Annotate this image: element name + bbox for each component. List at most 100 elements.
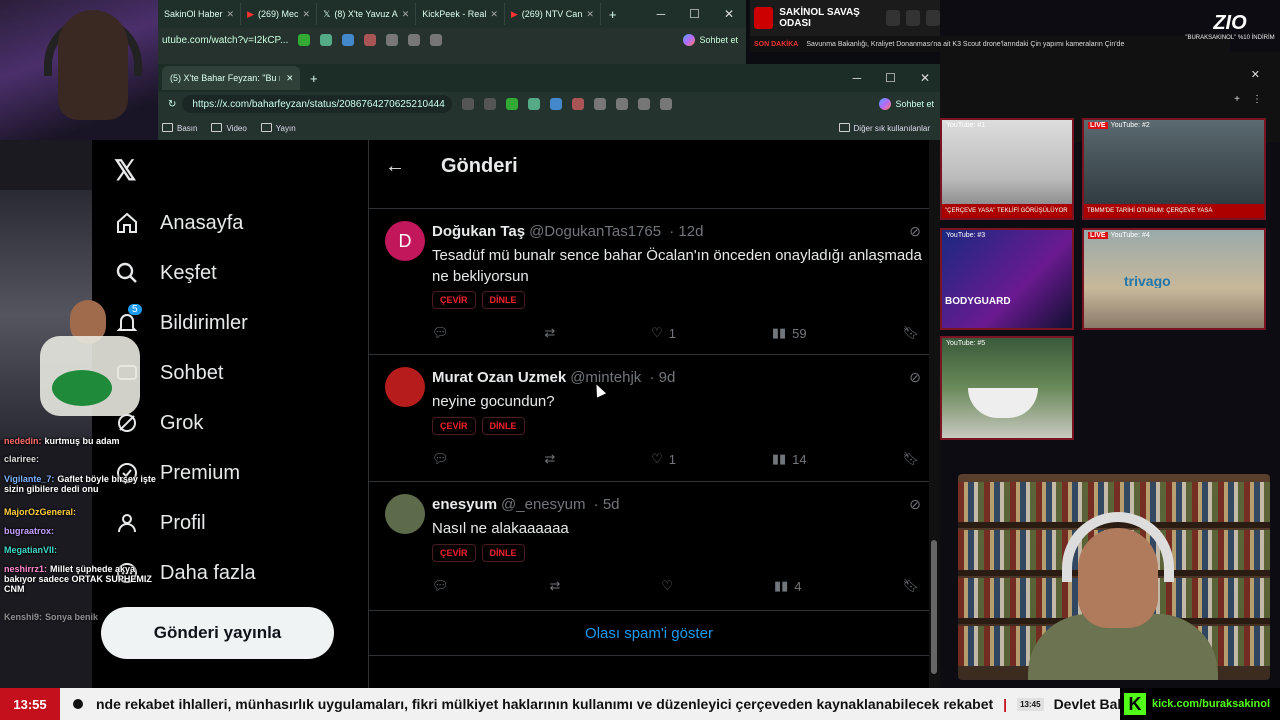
views-button[interactable]: ▮▮ 4 [774,578,802,594]
close-icon[interactable]: ✕ [724,7,734,21]
show-spam-link[interactable]: Olası spam'i göster [369,610,929,656]
back-tab-0[interactable]: SakinOl Haber ✕ [158,3,242,25]
nav-profile[interactable]: Profil [114,510,206,536]
front-tab-active[interactable]: (5) X'te Bahar Feyzan: "Bu nasıl bir ✕ [162,66,300,90]
new-tab-icon[interactable]: + [310,71,318,86]
reply-button[interactable]: 💬︎ [432,451,449,467]
listen-button[interactable]: DİNLE [481,544,525,562]
nav-home[interactable]: Anasayfa [114,210,243,236]
ext-icon[interactable] [572,98,585,110]
toolbar-icon[interactable] [885,10,900,26]
back-tab-4[interactable]: ▶ (269) NTV Can ✕ [505,3,601,25]
close-icon[interactable]: ✕ [303,9,311,20]
close-icon[interactable]: ✕ [402,9,410,20]
ext-icon[interactable] [342,34,355,46]
maximize-icon[interactable]: ☐ [689,7,700,21]
post-button[interactable]: Gönderi yayınla [101,607,334,659]
ext-icon[interactable] [594,98,607,110]
video-panel-2[interactable]: LIVE YouTube: #2 TBMM'DE TARİHİ OTURUM: Ç… [1082,118,1266,220]
chat-button[interactable]: Sohbet et [879,98,934,110]
back-tab-2[interactable]: 𝕏 (8) X'te Yavuz A ✕ [317,3,417,25]
tweet-age[interactable]: · 12d [669,223,703,240]
bookmark-button[interactable]: 🔖︎ [902,451,919,467]
like-button[interactable]: ♡ 1 [651,451,676,467]
bookmark-button[interactable]: 🔖︎ [902,578,919,594]
listen-button[interactable]: DİNLE [481,291,525,309]
avatar[interactable]: D [385,221,425,261]
ext-icon[interactable] [506,98,519,110]
bookmark-button[interactable]: 🔖︎ [902,325,919,341]
x-logo-icon[interactable]: 𝕏 [114,154,137,187]
translate-button[interactable]: ÇEVİR [432,417,476,435]
minimize-icon[interactable]: ─ [853,71,862,85]
grok-icon[interactable]: ⊘ [909,496,921,513]
reply-button[interactable]: 💬︎ [432,325,449,341]
close-icon[interactable]: ✕ [1251,68,1260,81]
nav-more[interactable]: Daha fazla [114,560,256,586]
toolbar-icon[interactable] [926,10,941,26]
repost-button[interactable]: ⇄ [549,578,560,594]
close-icon[interactable]: ✕ [586,9,594,20]
back-tab-1[interactable]: ▶ (269) Mec ✕ [241,3,318,25]
ext-icon[interactable] [462,98,475,110]
bookmark-video[interactable]: Video [211,123,246,133]
close-icon[interactable]: ✕ [920,71,930,85]
back-arrow-icon[interactable]: ← [385,155,405,178]
back-url[interactable]: utube.com/watch?v=I2kCP... [162,35,288,46]
nav-explore[interactable]: Keşfet [114,260,217,286]
video-panel-3[interactable]: YouTube: #3 BODYGUARD [940,228,1074,330]
reply-button[interactable]: 💬︎ [432,578,449,594]
reload-icon[interactable]: ↻ [168,99,176,110]
avatar[interactable] [385,494,425,534]
video-panel-4[interactable]: LIVE YouTube: #4 trivago [1082,228,1266,330]
ext-icon[interactable] [430,34,443,46]
bookmark-yayin[interactable]: Yayın [261,123,296,133]
ext-icon[interactable] [616,98,629,110]
tweet[interactable]: enesyum @_enesyum · 5d ⊘ Nasıl ne alakaaa… [369,481,929,610]
author-handle[interactable]: @DogukanTas1765 [529,223,661,240]
close-icon[interactable]: ✕ [286,73,292,84]
close-icon[interactable]: ✕ [227,9,235,20]
author-name[interactable]: Murat Ozan Uzmek [432,369,566,386]
views-button[interactable]: ▮▮ 14 [772,451,807,467]
repost-button[interactable]: ⇄ [544,325,555,341]
avatar[interactable] [385,367,425,407]
like-button[interactable]: ♡ 1 [651,325,676,341]
tweet[interactable]: Murat Ozan Uzmek @mintehjk · 9d ⊘ neyine … [369,354,929,481]
video-panel-5[interactable]: YouTube: #5 [940,336,1074,440]
tweet-age[interactable]: · 5d [594,496,620,513]
ext-icon[interactable] [298,34,311,46]
back-tab-3[interactable]: KickPeek - Real ✕ [416,3,505,25]
translate-button[interactable]: ÇEVİR [432,291,476,309]
grok-icon[interactable]: ⊘ [909,223,921,240]
video-panel-1[interactable]: YouTube: #1 "ÇERÇEVE YASA" TEKLİFİ GÖRÜŞ… [940,118,1074,220]
author-name[interactable]: enesyum [432,496,497,513]
menu-icon[interactable]: ⋮ [1252,94,1262,105]
ext-icon[interactable] [660,98,673,110]
tweet[interactable]: D Doğukan Taş @DogukanTas1765 · 12d ⊘ Tes… [369,208,929,354]
ext-icon[interactable] [484,98,497,110]
views-button[interactable]: ▮▮ 59 [772,325,807,341]
ext-icon[interactable] [364,34,377,46]
repost-button[interactable]: ⇄ [544,451,555,467]
like-button[interactable]: ♡ [661,578,673,594]
bookmark-basin[interactable]: Basın [162,123,197,133]
author-name[interactable]: Doğukan Taş [432,223,525,240]
add-icon[interactable]: + [1234,94,1240,105]
ext-icon[interactable] [386,34,399,46]
scrollbar-thumb[interactable] [931,540,937,674]
author-handle[interactable]: @_enesyum [501,496,585,513]
back-chat-button[interactable]: Sohbet et [683,34,738,46]
minimize-icon[interactable]: ─ [657,7,666,21]
toolbar-icon[interactable] [905,10,920,26]
ext-icon[interactable] [408,34,421,46]
ext-icon[interactable] [638,98,651,110]
author-handle[interactable]: @mintehjk [570,369,641,386]
ext-icon[interactable] [320,34,333,46]
url-field[interactable]: https://x.com/baharfeyzan/status/2086764… [182,95,453,113]
close-icon[interactable]: ✕ [490,9,498,20]
listen-button[interactable]: DİNLE [481,417,525,435]
new-tab-icon[interactable]: + [609,7,617,22]
ext-icon[interactable] [550,98,563,110]
maximize-icon[interactable]: ☐ [885,71,896,85]
